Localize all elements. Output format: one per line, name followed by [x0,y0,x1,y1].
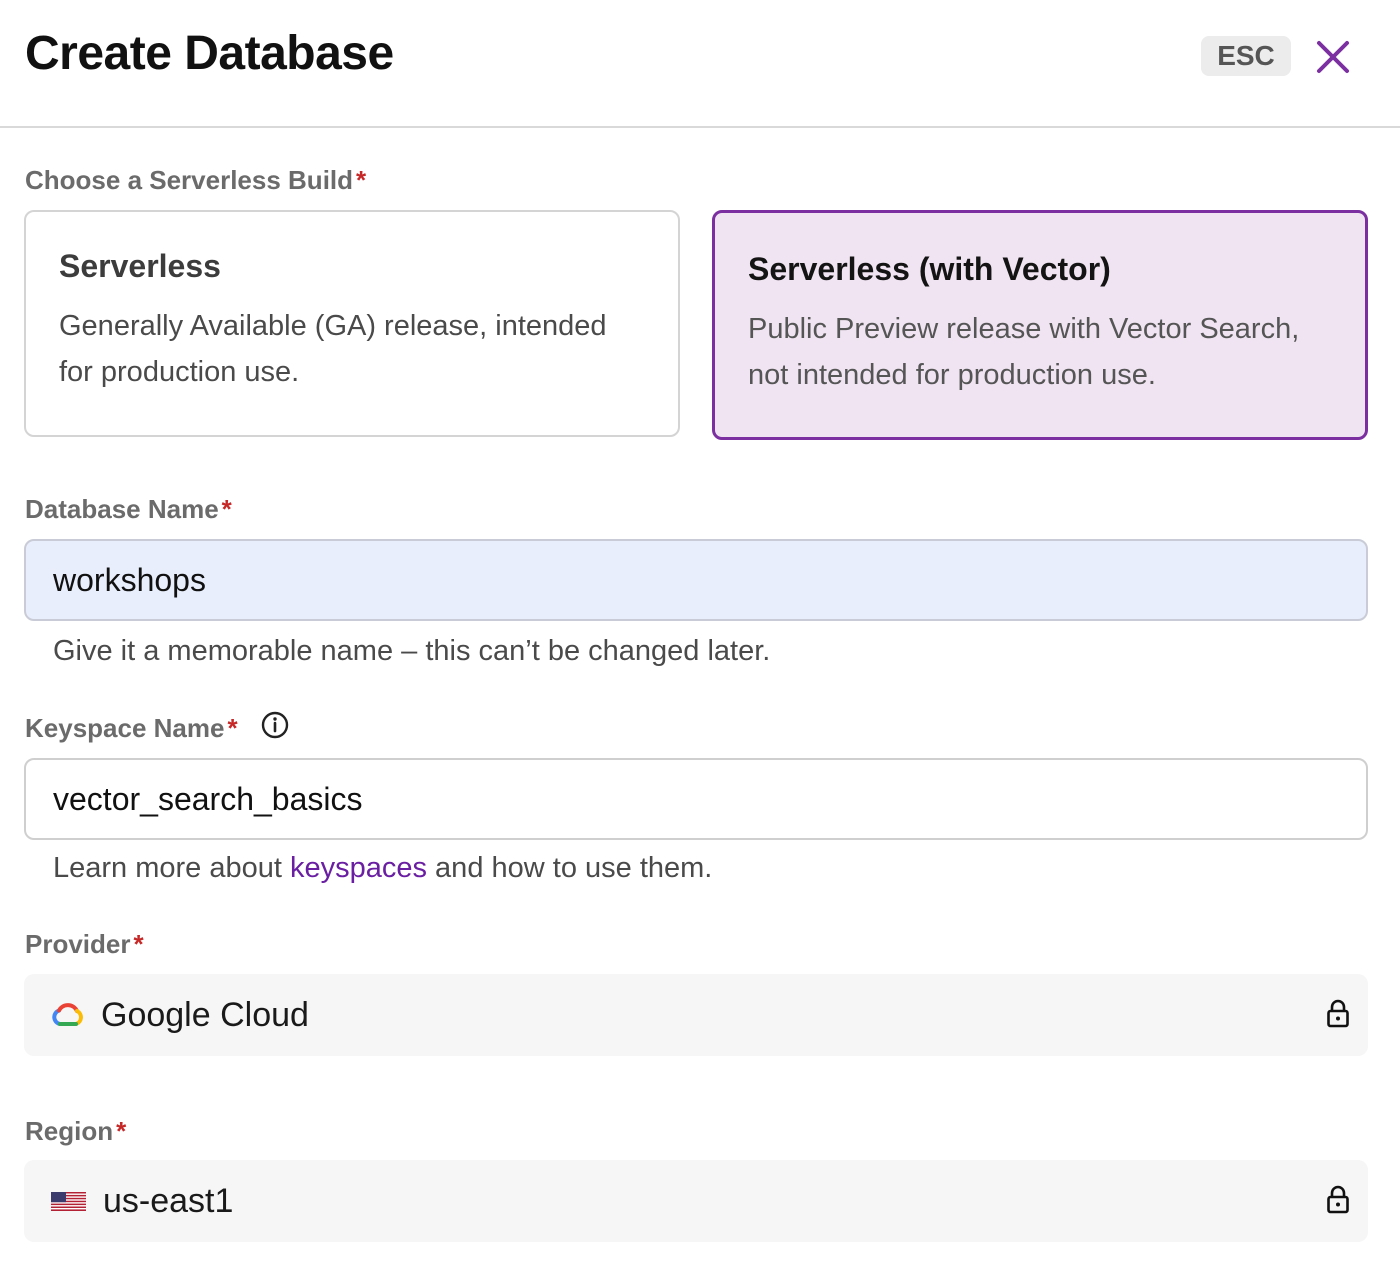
info-icon[interactable] [261,711,289,739]
keyspace-name-helper: Learn more about keyspaces and how to us… [53,852,712,885]
build-option-title: Serverless [59,248,221,284]
provider-value: Google Cloud [101,995,309,1034]
build-option-description: Public Preview release with Vector Searc… [748,313,1300,391]
required-mark: * [356,165,367,195]
provider-field: Google Cloud [24,974,1368,1056]
helper-text: Learn more about [53,852,290,884]
google-cloud-icon [52,1003,83,1026]
build-option-title: Serverless (with Vector) [748,251,1111,287]
us-flag-icon [51,1191,86,1211]
required-mark: * [227,713,238,743]
required-mark: * [133,929,144,959]
keyspace-name-input[interactable]: vector_search_basics [24,758,1368,840]
build-option-description: Generally Available (GA) release, intend… [59,310,607,388]
provider-label: Provider * [25,929,144,960]
keyspace-name-label-text: Keyspace Name [25,713,225,743]
dialog-header: Create Database ESC [0,0,1400,128]
page-title: Create Database [25,27,394,80]
esc-badge[interactable]: ESC [1201,36,1291,76]
required-mark: * [116,1116,127,1146]
database-name-label: Database Name * [25,494,232,525]
build-option-serverless[interactable]: Serverless Generally Available (GA) rele… [24,210,680,437]
helper-text: and how to use them. [427,852,713,884]
build-option-serverless-vector[interactable]: Serverless (with Vector) Public Preview … [712,210,1368,440]
region-label: Region * [25,1116,126,1147]
close-icon [1317,41,1349,73]
region-value: us-east1 [103,1181,234,1220]
close-button[interactable] [1310,34,1356,80]
lock-icon [1327,999,1349,1028]
required-mark: * [221,494,232,524]
database-name-helper: Give it a memorable name – this can’t be… [53,635,771,667]
build-label-text: Choose a Serverless Build [25,165,354,195]
provider-label-text: Provider [25,929,131,959]
keyspace-name-label: Keyspace Name * [25,713,238,744]
region-field: us-east1 [24,1160,1368,1242]
build-label: Choose a Serverless Build * [25,165,366,196]
region-label-text: Region [25,1116,114,1146]
database-name-label-text: Database Name [25,494,219,524]
lock-icon [1327,1185,1349,1214]
keyspaces-link[interactable]: keyspaces [290,852,427,884]
database-name-input[interactable]: workshops [24,539,1368,621]
